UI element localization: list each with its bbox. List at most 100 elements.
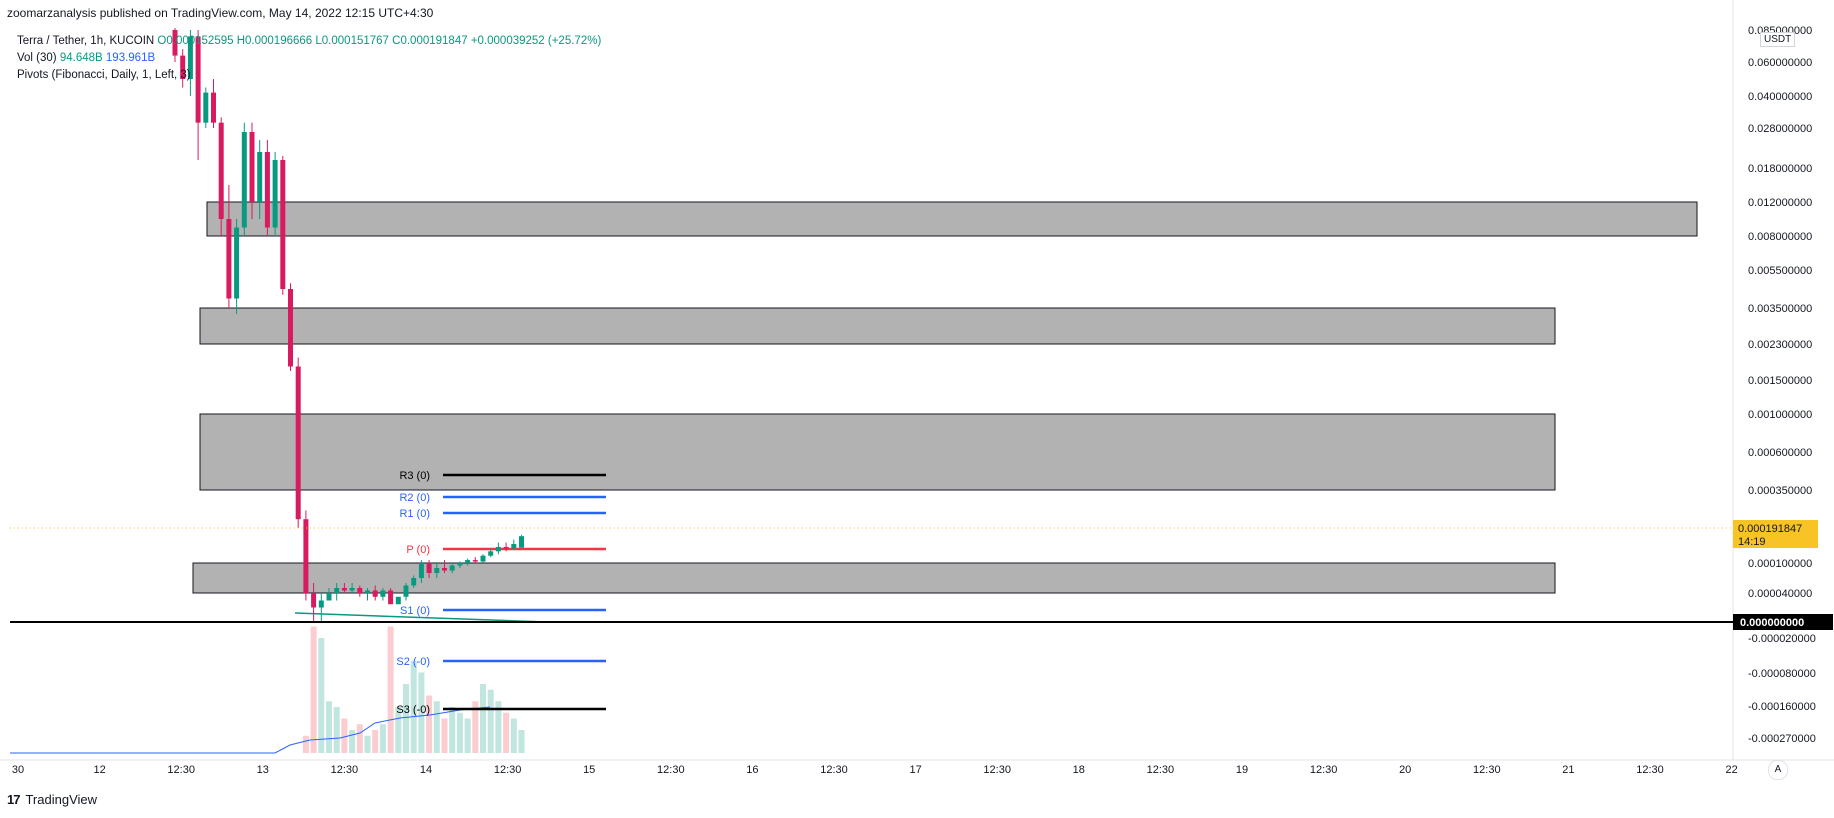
time-tick-label: 12:30 <box>1147 764 1175 776</box>
candle-body <box>264 152 270 228</box>
candle-body <box>241 132 247 228</box>
volume-bar <box>364 735 371 753</box>
price-tick-label: 0.012000000 <box>1748 197 1812 209</box>
time-tick-label: 15 <box>583 764 595 776</box>
price-tick-label: -0.000080000 <box>1748 668 1816 680</box>
ohlc-high: H0.000196666 <box>236 35 313 47</box>
candle-body <box>211 92 216 123</box>
time-tick-label: 12:30 <box>983 764 1011 776</box>
candle-body <box>357 588 363 593</box>
volume-bar <box>403 684 409 753</box>
price-chart[interactable]: R3 (0) R2 (0) R1 (0) P (0) S1 (0) S2 (-0) S3 (… <box>0 0 1834 818</box>
volume-bar <box>464 718 471 753</box>
ohlc-close: C0.000191847 <box>392 35 468 47</box>
zone-box <box>199 307 1556 345</box>
time-tick-label: 14 <box>420 764 432 776</box>
candle-body <box>411 578 417 586</box>
candle-body <box>226 219 232 299</box>
zone-box <box>192 562 1556 594</box>
pivot-label: S1 (0) <box>400 605 430 617</box>
axes: 0.0850000000.0600000000.0400000000.02800… <box>0 0 1834 776</box>
candle-body <box>303 519 309 593</box>
candle-body <box>288 289 293 367</box>
pivot-label: R2 (0) <box>399 492 430 504</box>
volume-value: 94.648B <box>59 52 103 64</box>
price-tick-label: 0.040000000 <box>1748 91 1812 103</box>
candle-body <box>365 590 370 593</box>
price-tick-label: 0.000040000 <box>1748 588 1812 600</box>
volume-bar <box>333 707 340 753</box>
volume-bar <box>318 638 325 753</box>
currency-button[interactable]: USDT <box>1760 32 1796 47</box>
ohlc-low: L0.000151767 <box>315 35 389 47</box>
volume-bar <box>341 718 348 753</box>
price-tick-label: 0.060000000 <box>1748 57 1812 69</box>
time-tick-label: 13 <box>257 764 269 776</box>
time-tick-label: 19 <box>1236 764 1248 776</box>
candle-body <box>472 560 478 562</box>
volume-legend[interactable]: Vol (30) 94.648B 193.961B <box>17 52 155 64</box>
volume-bar <box>510 718 517 753</box>
price-tick-label: 0.001500000 <box>1748 375 1812 387</box>
volume-bars <box>302 626 525 753</box>
candle-body <box>249 132 255 202</box>
price-tick-label: 0.018000000 <box>1748 163 1812 175</box>
time-tick-label: 30 <box>12 764 24 776</box>
price-tick-label: 0.000350000 <box>1748 485 1812 497</box>
time-tick-label: 12:30 <box>657 764 685 776</box>
candle-body <box>388 590 394 605</box>
volume-bar <box>487 689 494 753</box>
candle-body <box>457 563 463 566</box>
time-tick-label: 16 <box>746 764 758 776</box>
volume-bar <box>349 730 356 753</box>
candle-body <box>349 588 355 591</box>
candle-body <box>272 160 278 228</box>
candle-body <box>195 36 201 123</box>
candle-body <box>341 588 347 591</box>
price-tick-label: 0.000100000 <box>1748 558 1812 570</box>
candle-body <box>449 565 455 571</box>
time-tick-label: 12:30 <box>494 764 522 776</box>
volume-bar <box>379 724 386 753</box>
candle-body <box>488 551 494 556</box>
candle-body <box>218 122 224 219</box>
candle-body <box>495 546 501 552</box>
symbol-title[interactable]: Terra / Tether, 1h, KUCOIN <box>17 35 154 47</box>
time-tick-label: 12:30 <box>1310 764 1338 776</box>
candle-body <box>234 227 240 299</box>
time-tick-label: 17 <box>909 764 921 776</box>
zone-box <box>206 201 1698 237</box>
symbol-legend: Terra / Tether, 1h, KUCOIN O0.000152595 … <box>17 35 601 47</box>
candle-body <box>203 92 209 123</box>
candle-body <box>480 555 486 562</box>
volume-bar <box>456 712 463 753</box>
time-tick-label: 12:30 <box>1636 764 1664 776</box>
price-tick-label: 0.005500000 <box>1748 265 1812 277</box>
volume-bar <box>441 718 448 753</box>
price-tick-label: 0.003500000 <box>1748 303 1812 315</box>
pivot-label: S2 (-0) <box>396 656 430 668</box>
candle-body <box>434 568 440 573</box>
brand-name: TradingView <box>25 792 98 807</box>
price-tick-label: 0.001000000 <box>1748 409 1812 421</box>
candle-body <box>426 563 432 573</box>
time-tick-label: 12:30 <box>820 764 848 776</box>
volume-label: Vol (30) <box>17 52 57 64</box>
auto-scale-button[interactable]: A <box>1768 760 1788 780</box>
time-tick-label: 12:30 <box>167 764 195 776</box>
time-tick-label: 12:30 <box>331 764 359 776</box>
pivot-label: S3 (-0) <box>396 704 430 716</box>
pivots-legend[interactable]: Pivots (Fibonacci, Daily, 1, Left, 3) <box>17 69 191 81</box>
volume-bar <box>503 712 510 753</box>
time-tick-label: 22 <box>1725 764 1737 776</box>
volume-ma-value: 193.961B <box>105 52 156 64</box>
time-tick-label: 12:30 <box>1473 764 1501 776</box>
candle-body <box>442 568 447 571</box>
current-price-label: 0.000191847 <box>1738 523 1802 535</box>
volume-bar <box>326 701 332 753</box>
currency-label: USDT <box>1764 34 1792 45</box>
candle-body <box>519 536 524 548</box>
candle-body <box>318 600 324 608</box>
pivot-label: R3 (0) <box>399 470 430 482</box>
price-tick-label: -0.000270000 <box>1748 733 1816 745</box>
